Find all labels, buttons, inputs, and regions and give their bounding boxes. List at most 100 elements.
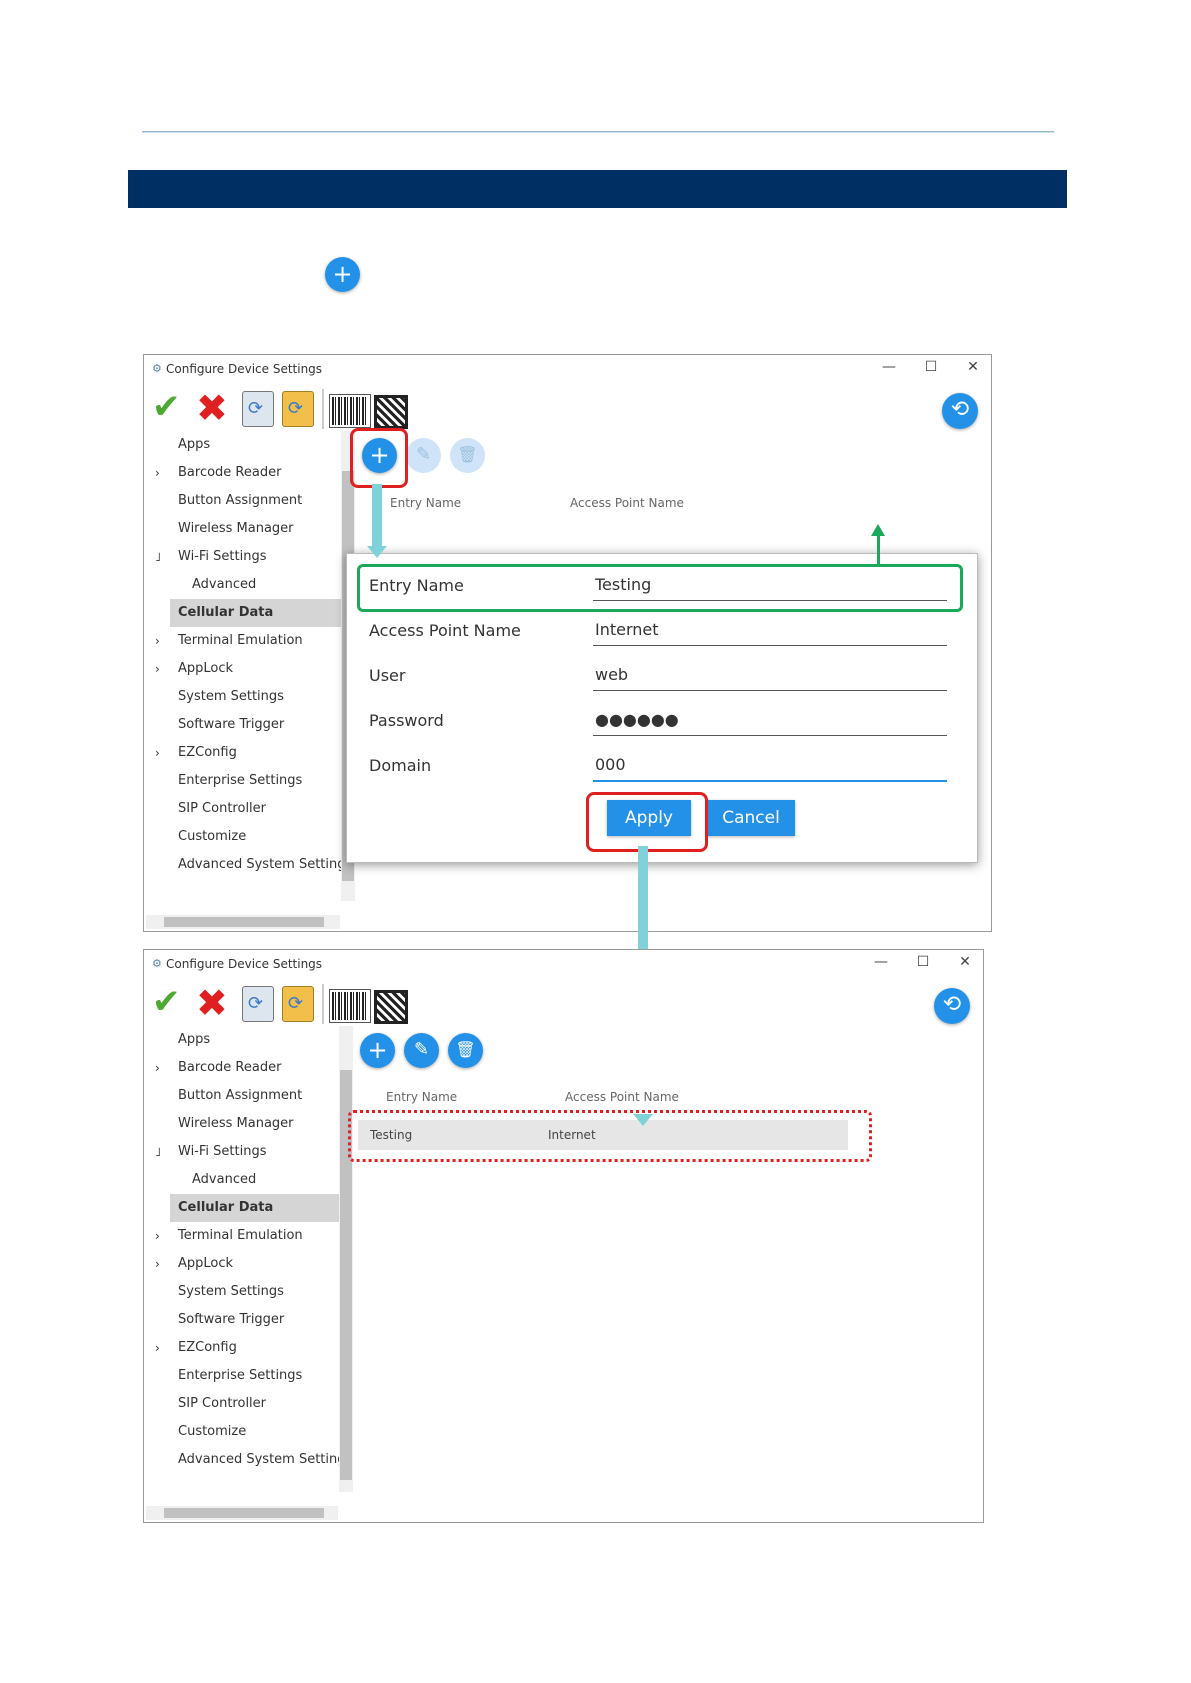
delete-entry-button[interactable]: 🗑 [450,438,485,473]
sidebar-item[interactable]: Advanced [144,1166,344,1194]
sidebar-item[interactable]: Enterprise Settings [144,1362,344,1390]
sidebar-item-label: EZConfig [178,1340,237,1355]
sidebar-item[interactable]: Apps [144,1026,344,1054]
sidebar-item[interactable]: Enterprise Settings [144,767,344,795]
sidebar-item-label: Enterprise Settings [178,773,303,788]
save-check-icon[interactable]: ✔ [152,387,181,427]
sidebar-item[interactable]: System Settings [144,683,344,711]
chevron-icon[interactable]: › [155,1054,160,1082]
restore-icon[interactable]: ⟲ [942,393,978,429]
chevron-icon[interactable]: › [155,655,160,683]
barcode-icon[interactable] [329,394,371,428]
sidebar-item[interactable]: Button Assignment [144,1082,344,1110]
edit-entry-button[interactable]: ✎ [404,1033,439,1068]
sidebar-item[interactable]: Wireless Manager [144,1110,344,1138]
chevron-icon[interactable]: › [155,627,160,655]
sidebar-item[interactable]: › Barcode Reader [144,1054,344,1082]
device-sync-icon[interactable]: ⟳ [242,391,274,427]
sidebar-item[interactable]: Customize [144,1418,344,1446]
sidebar-item[interactable]: SIP Controller [144,1390,344,1418]
green-arrowhead [871,524,885,536]
discard-x-icon[interactable]: ✖ [196,389,228,427]
restore-icon[interactable]: ⟲ [934,988,970,1024]
sidebar-item[interactable]: Advanced System Settings [144,851,352,879]
sidebar-scrollbar[interactable] [339,1026,353,1492]
chevron-icon[interactable]: › [155,739,160,767]
delete-entry-button[interactable]: 🗑 [448,1033,483,1068]
sidebar-item-label: Barcode Reader [178,1060,282,1075]
apply-highlight [586,792,708,852]
sidebar-item[interactable]: › Barcode Reader [144,459,344,487]
barcode-icon[interactable] [329,989,371,1023]
minimize-button[interactable]: — [869,954,893,970]
sidebar-hscrollbar[interactable] [146,1506,338,1520]
sidebar-item-label: Advanced [192,577,257,592]
edit-entry-button[interactable]: ✎ [406,438,441,473]
sidebar-item-label: Apps [178,437,211,452]
chevron-icon[interactable]: ˩ [155,1138,161,1166]
window-title: Configure Device Settings [166,957,323,971]
chevron-icon[interactable]: › [155,459,160,487]
sidebar-item-label: Software Trigger [178,1312,285,1327]
title-bar: ⚙ Configure Device Settings — ☐ ✕ [144,355,991,383]
sidebar-item-label: Enterprise Settings [178,1368,303,1383]
chevron-icon[interactable]: ˩ [155,543,161,571]
sidebar-hscrollbar[interactable] [146,915,340,929]
chevron-icon[interactable]: › [155,1250,160,1278]
sidebar-item[interactable]: System Settings [144,1278,344,1306]
sidebar-item-label: SIP Controller [178,1396,267,1411]
sidebar-item-label: Advanced System Settings [178,857,353,872]
qrcode-icon[interactable] [374,395,408,429]
sidebar-item[interactable]: Software Trigger [144,1306,344,1334]
form-row: Access Point Name Internet [347,609,977,653]
sidebar-item[interactable]: Apps [144,431,344,459]
sidebar-item[interactable]: › AppLock [144,655,344,683]
sidebar-item[interactable]: ˩ Wi-Fi Settings [144,543,344,571]
config-window-2: ⚙ Configure Device Settings — ☐ ✕ ✔ ✖ ⟳ … [143,949,984,1523]
field-input[interactable]: Internet [593,615,947,646]
minimize-button[interactable]: — [877,359,901,375]
sidebar-item[interactable]: › EZConfig [144,739,344,767]
sidebar-item[interactable]: Cellular Data [170,599,344,627]
section-banner [128,170,1067,208]
field-input[interactable]: web [593,660,947,691]
cancel-button[interactable]: Cancel [707,800,795,836]
sidebar-item[interactable]: Advanced [144,571,344,599]
folder-reload-icon[interactable]: ⟳ [282,986,314,1022]
sidebar-item[interactable]: Cellular Data [170,1194,344,1222]
sidebar-item[interactable]: Software Trigger [144,711,344,739]
green-arrow-shaft [877,536,880,564]
folder-reload-icon[interactable]: ⟳ [282,391,314,427]
sidebar-item-label: SIP Controller [178,801,267,816]
sidebar-item[interactable]: › Terminal Emulation [144,627,344,655]
sidebar-item[interactable]: ˩ Wi-Fi Settings [144,1138,344,1166]
close-button[interactable]: ✕ [953,954,977,970]
sidebar-item-label: Customize [178,1424,247,1439]
sidebar-item-label: EZConfig [178,745,237,760]
qrcode-icon[interactable] [374,990,408,1024]
sidebar-item[interactable]: Customize [144,823,344,851]
field-input[interactable]: ●●●●●● [593,705,947,736]
chevron-icon[interactable]: › [155,1222,160,1250]
chevron-icon[interactable]: › [155,1334,160,1362]
sidebar-item[interactable]: › EZConfig [144,1334,344,1362]
field-input[interactable]: 000 [593,750,947,782]
sidebar-item[interactable]: SIP Controller [144,795,344,823]
maximize-button[interactable]: ☐ [911,954,935,970]
header-rule [142,131,1054,133]
sidebar-item[interactable]: › Terminal Emulation [144,1222,344,1250]
add-highlight [350,428,408,488]
discard-x-icon[interactable]: ✖ [196,984,228,1022]
sidebar-item[interactable]: Advanced System Settings [144,1446,352,1474]
sidebar-item[interactable]: Button Assignment [144,487,344,515]
save-check-icon[interactable]: ✔ [152,982,181,1022]
maximize-button[interactable]: ☐ [919,359,943,375]
sidebar-item[interactable]: › AppLock [144,1250,344,1278]
device-sync-icon[interactable]: ⟳ [242,986,274,1022]
close-button[interactable]: ✕ [961,359,985,375]
add-entry-button[interactable]: + [360,1033,395,1068]
sidebar-item-label: Advanced [192,1172,257,1187]
sidebar-item-label: Wi-Fi Settings [178,1144,267,1159]
app-icon: ⚙ [152,362,162,375]
sidebar-item[interactable]: Wireless Manager [144,515,344,543]
